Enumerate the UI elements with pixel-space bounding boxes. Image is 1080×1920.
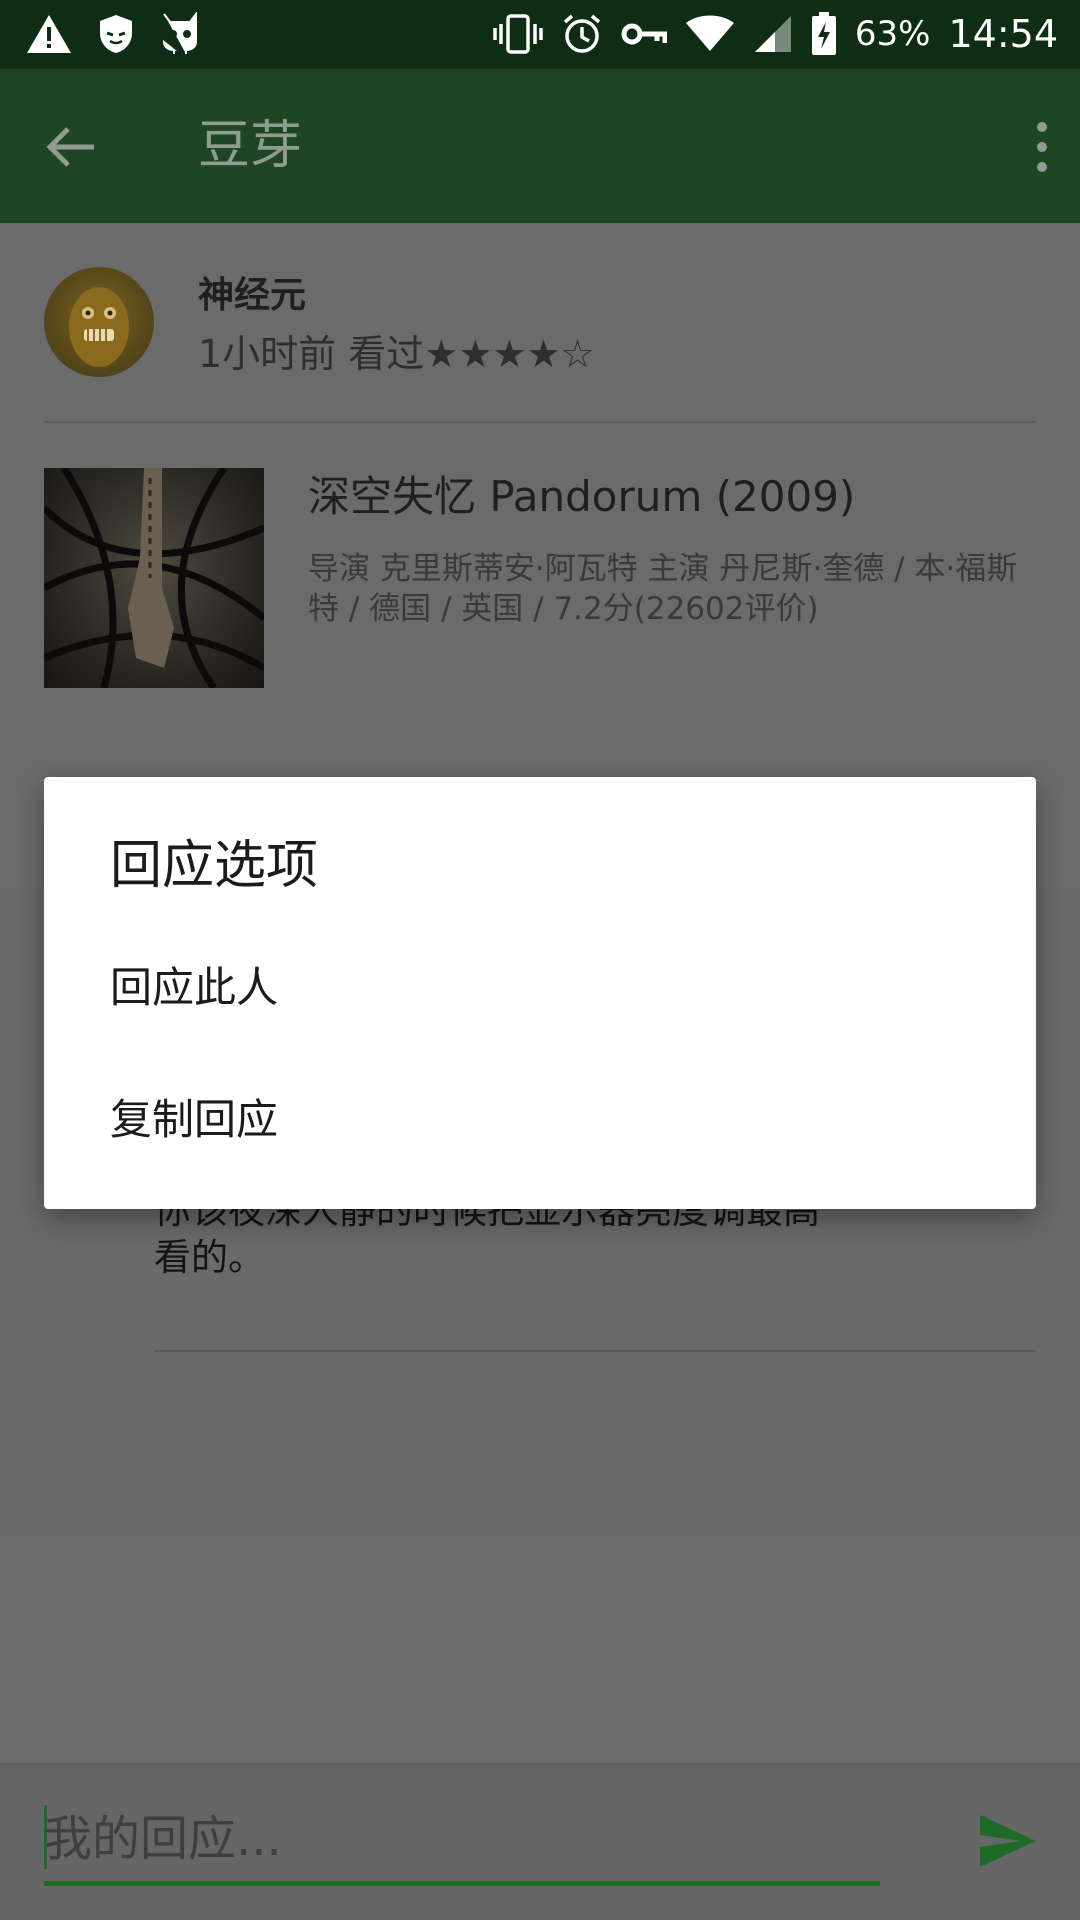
shield-icon [98,13,134,55]
battery-charging-icon [811,12,837,56]
app-bar: 豆芽 [0,69,1080,223]
cyanogen-icon [160,12,200,56]
reply-input[interactable] [44,1799,880,1879]
copy-reply-option[interactable]: 复制回应 [44,1055,1036,1185]
text-cursor [44,1805,47,1869]
option-label: 回应此人 [110,963,279,1012]
vpn-key-icon [621,19,667,49]
alarm-icon [561,13,603,55]
dialog-title: 回应选项 [110,836,319,896]
wifi-icon [685,15,735,53]
reply-options-dialog: 回应选项 回应此人 复制回应 [44,777,1036,1209]
movie-title[interactable]: 深空失忆 Pandorum (2009) [308,467,855,527]
status-bar: 63% 14:54 [0,0,1080,69]
movie-info: 导演 克里斯蒂安·阿瓦特 主演 丹尼斯·奎德 / 本·福斯特 / 德国 / 英国… [308,551,1018,627]
page-title: 豆芽 [198,116,303,176]
input-underline [44,1881,880,1886]
more-vert-icon[interactable] [1022,115,1062,179]
reply-bar [0,1763,1080,1920]
divider [0,1763,1080,1765]
divider [44,421,1036,423]
signal-icon [753,14,793,54]
divider [154,1350,1036,1352]
reply-to-user-option[interactable]: 回应此人 [44,923,1036,1053]
arrow-back-icon[interactable] [44,119,100,175]
post-meta: 1小时前 看过★★★★☆ [198,332,595,376]
avatar[interactable] [44,267,154,377]
battery-percent: 63% [854,14,931,54]
vibrate-icon [493,14,543,54]
user-name[interactable]: 神经元 [198,271,306,321]
option-label: 复制回应 [110,1095,279,1144]
send-icon[interactable] [976,1809,1040,1873]
warning-icon [26,13,72,55]
clock: 14:54 [948,12,1058,56]
movie-poster[interactable] [44,468,264,688]
